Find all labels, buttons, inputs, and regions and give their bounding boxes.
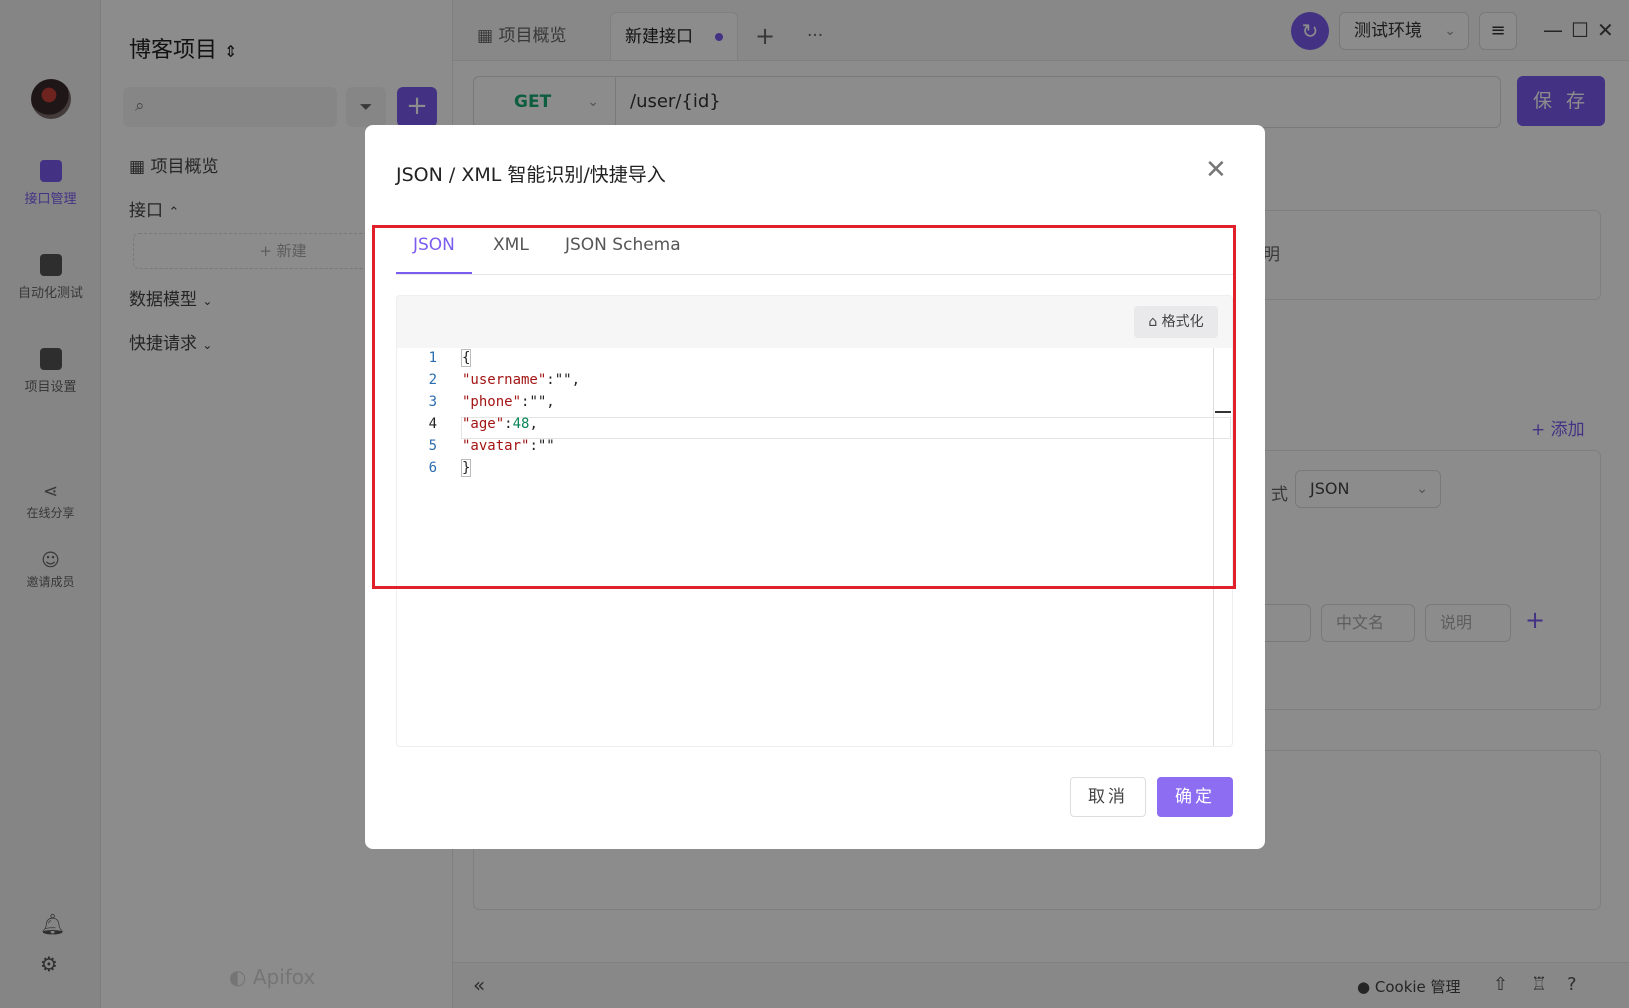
annotation-highlight-box [372, 225, 1236, 589]
confirm-button[interactable]: 确定 [1157, 777, 1233, 817]
cancel-button[interactable]: 取消 [1070, 777, 1146, 817]
modal-title: JSON / XML 智能识别/快捷导入 [396, 164, 666, 186]
close-icon[interactable]: ✕ [1205, 155, 1227, 185]
